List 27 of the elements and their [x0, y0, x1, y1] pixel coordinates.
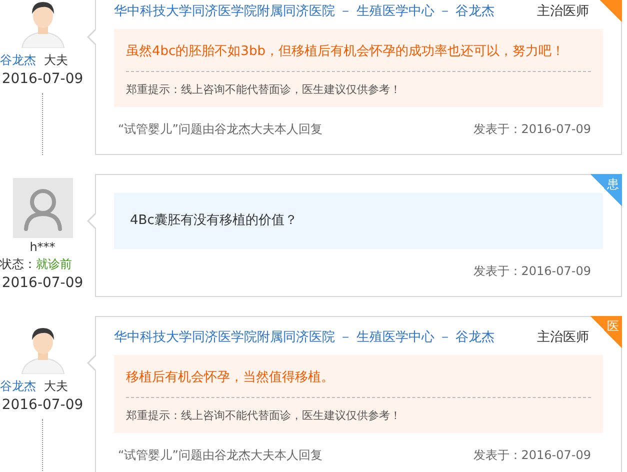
entry-date: 2016-07-09 — [2, 275, 84, 291]
notice-text: 郑重提示：线上咨询不能代替面诊，医生建议仅供参考！ — [126, 408, 402, 423]
entry-date: 2016-07-09 — [2, 397, 84, 413]
posted-date: 发表于：2016-07-09 — [473, 263, 591, 280]
corner-badge: 医 — [590, 316, 622, 348]
doctor-name-link[interactable]: 谷龙杰 — [0, 378, 36, 395]
status-value: 就诊前 — [36, 256, 72, 273]
answer-text: 移植后有机会怀孕，当然值得移植。 — [126, 367, 591, 398]
reply-source-text: “试管婴儿”问题由谷龙杰大夫本人回复 — [118, 447, 322, 464]
notice-text: 郑重提示：线上咨询不能代替面诊，医生建议仅供参考！ — [126, 82, 402, 97]
hospital-link[interactable]: 华中科技大学同济医学院附属同济医院 － 生殖医学中心 － 谷龙杰 — [114, 327, 495, 349]
doctor-role: 大夫 — [44, 378, 68, 395]
question-text: 4Bc囊胚有没有移植的价值？ — [130, 213, 298, 228]
status-label: 状态： — [0, 256, 36, 273]
answer-text: 虽然4bc的胚胎不如3bb，但移植后有机会怀孕的成功率也还可以，努力吧！ — [126, 41, 591, 72]
patient-name: h*** — [30, 240, 56, 254]
doctor-name-link[interactable]: 谷龙杰 — [0, 52, 36, 69]
hospital-link[interactable]: 华中科技大学同济医学院附属同济医院 － 生殖医学中心 － 谷龙杰 — [114, 1, 495, 23]
entry-date: 2016-07-09 — [2, 71, 84, 87]
doctor-title: 主治医师 — [537, 329, 589, 347]
doctor-title: 主治医师 — [537, 3, 589, 21]
corner-badge: 患 — [590, 174, 622, 206]
reply-source-text: “试管婴儿”问题由谷龙杰大夫本人回复 — [118, 121, 322, 138]
user-avatar-icon — [12, 178, 72, 238]
posted-date: 发表于：2016-07-09 — [473, 121, 591, 138]
doctor-role: 大夫 — [44, 52, 68, 69]
posted-date: 发表于：2016-07-09 — [473, 447, 591, 464]
